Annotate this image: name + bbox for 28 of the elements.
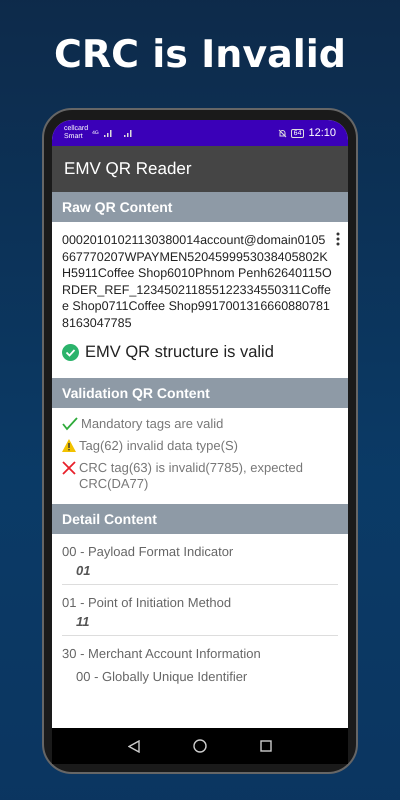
validation-message: Mandatory tags are valid — [81, 416, 224, 432]
more-icon[interactable] — [336, 232, 340, 246]
app-title: EMV QR Reader — [64, 159, 192, 179]
signal-icon — [102, 129, 113, 137]
recents-icon[interactable] — [260, 740, 272, 752]
check-icon — [62, 417, 78, 431]
section-header: Validation QR Content — [52, 378, 348, 408]
signal-icon — [122, 129, 133, 137]
back-icon[interactable] — [128, 740, 140, 752]
raw-qr-text: 00020101021130380014account@domain0105667770207WPAYMEN5204599953038405802KH5911Coffee Shop6010Phnom Penh62640115ORDER_REF_123450211855122334550311Coffee Shop0711Coffee Shop99170013166608807818163047785 — [62, 232, 332, 331]
headline: CRC is Invalid — [54, 31, 346, 78]
structure-status: EMV QR structure is valid — [85, 343, 274, 362]
field-value: 01 — [75, 563, 92, 578]
field-label: 30 - Merchant Account Information — [62, 646, 262, 661]
home-icon[interactable] — [192, 739, 207, 753]
check-circle-icon — [62, 344, 79, 361]
field-label: 00 - Globally Unique Identifier — [76, 669, 248, 684]
section-header: Raw QR Content — [52, 192, 348, 222]
cross-icon — [62, 461, 76, 475]
muted-bell-icon — [278, 128, 287, 138]
validation-message: CRC tag(63) is invalid(7785), expected CRC(DA77) — [79, 460, 304, 492]
field-label: 00 - Payload Format Indicator — [62, 544, 234, 559]
section-header: Detail Content — [52, 504, 348, 534]
field-value: 11 — [75, 614, 90, 629]
warning-icon — [62, 439, 76, 452]
clock-time: 12:10 — [308, 127, 336, 139]
validation-message: Tag(62) invalid data type(S) — [79, 438, 238, 454]
field-label: 01 - Point of Initiation Method — [62, 595, 232, 610]
